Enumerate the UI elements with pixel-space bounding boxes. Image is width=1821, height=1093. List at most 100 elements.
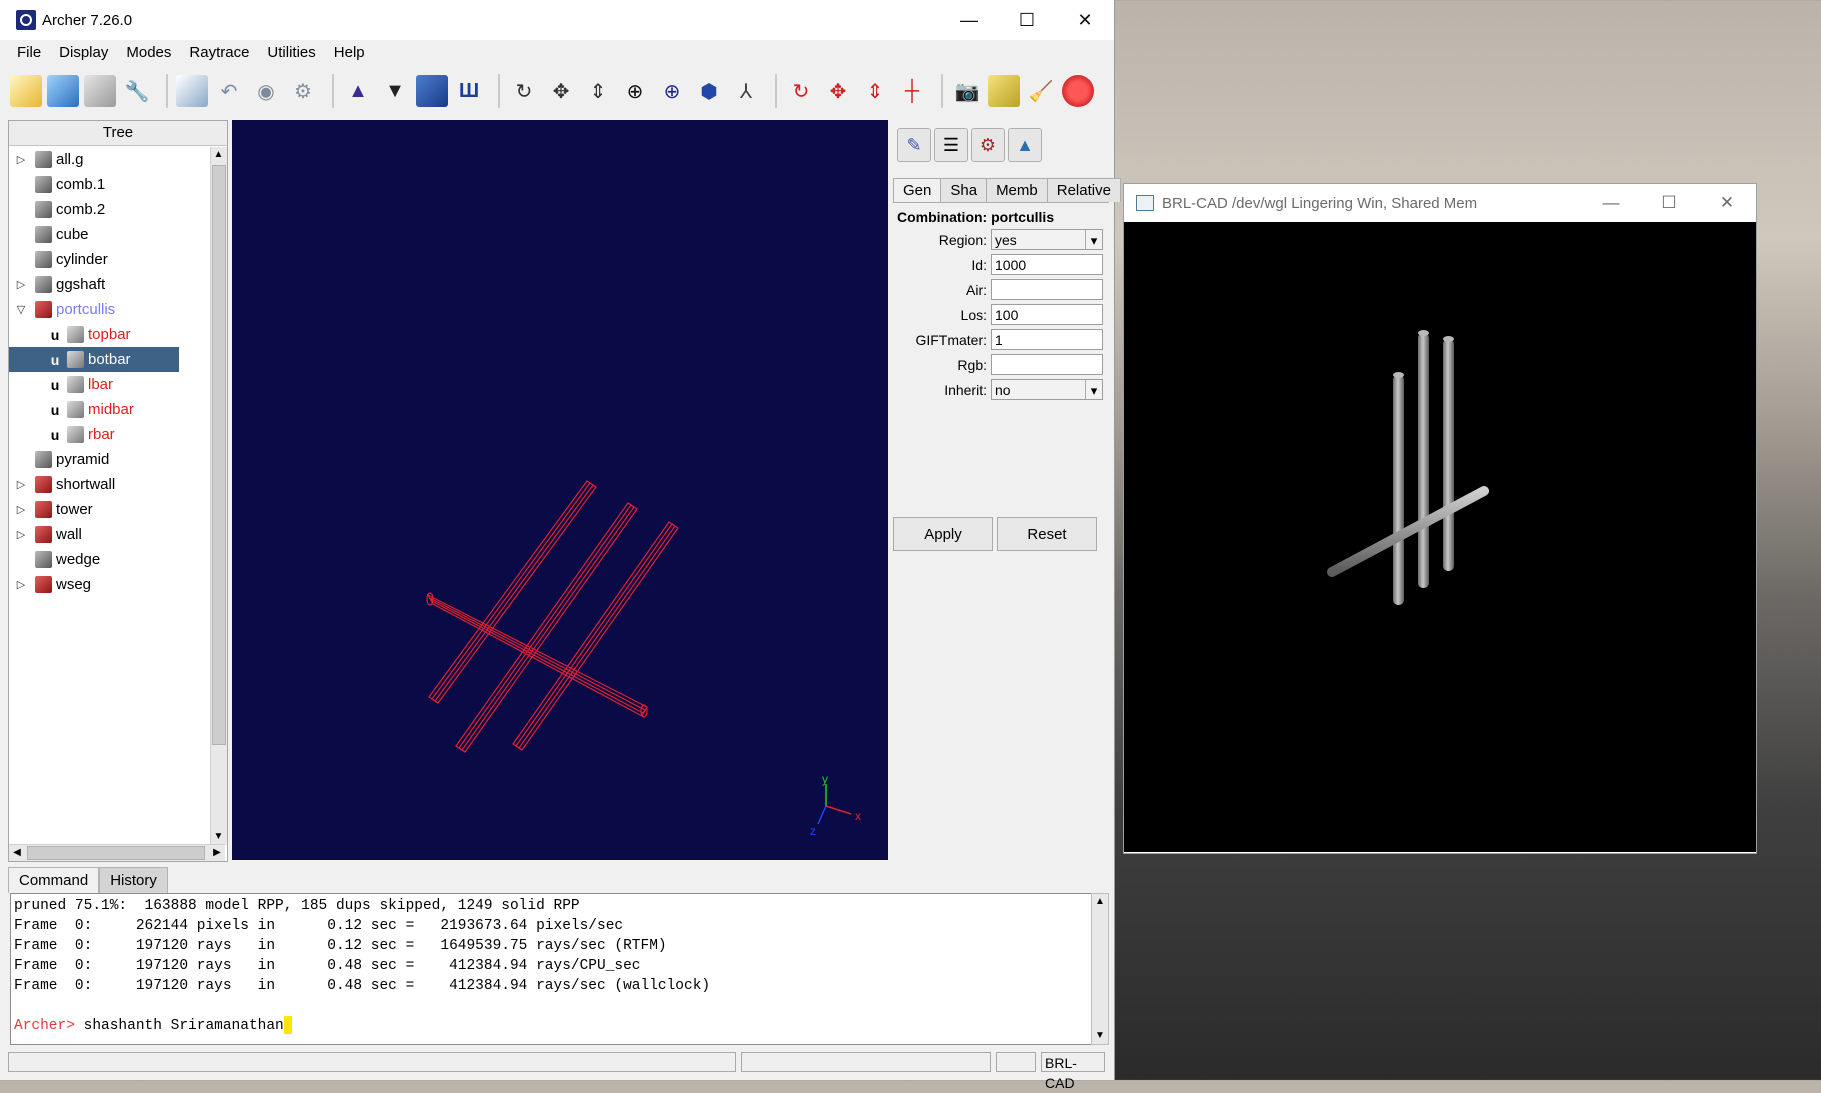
red-rotate-icon[interactable]: ↻ — [785, 75, 817, 107]
menu-modes[interactable]: Modes — [117, 44, 180, 61]
red-translate-icon[interactable]: ✥ — [822, 75, 854, 107]
open-folder-icon[interactable] — [47, 75, 79, 107]
tree-item-pyramid[interactable]: pyramid — [9, 447, 209, 472]
scroll-up-arrow-icon[interactable]: ▲ — [1092, 894, 1108, 910]
brlcad-maximize-button[interactable]: ☐ — [1640, 184, 1698, 222]
expand-arrow-icon[interactable]: ▷ — [15, 147, 27, 172]
tab-relative[interactable]: Relative — [1046, 178, 1121, 202]
tree-item-comb.1[interactable]: comb.1 — [9, 172, 209, 197]
menu-raytrace[interactable]: Raytrace — [180, 44, 258, 61]
raytrace-icon[interactable] — [988, 75, 1020, 107]
globe-icon[interactable]: ◉ — [250, 75, 282, 107]
tree-item-tower[interactable]: ▷ tower — [9, 497, 209, 522]
undo-icon[interactable]: ↶ — [213, 75, 245, 107]
apply-button[interactable]: Apply — [893, 517, 993, 551]
tools-gear-icon[interactable]: ⚙ — [971, 128, 1005, 162]
minimize-button[interactable]: — — [940, 0, 998, 40]
tree-horizontal-scrollbar[interactable]: ◀ ▶ — [9, 844, 225, 861]
expand-arrow-icon[interactable]: ▷ — [15, 472, 27, 497]
scroll-down-arrow-icon[interactable]: ▼ — [211, 829, 226, 845]
tree-item-rbar[interactable]: u rbar — [9, 422, 209, 447]
checklist-icon[interactable] — [176, 75, 208, 107]
expand-arrow-icon[interactable]: ▷ — [15, 572, 27, 597]
id-input[interactable]: 1000 — [991, 254, 1103, 275]
brlcad-close-button[interactable]: ✕ — [1698, 184, 1756, 222]
tree-item-wedge[interactable]: wedge — [9, 547, 209, 572]
los-input[interactable]: 100 — [991, 304, 1103, 325]
new-icon[interactable] — [10, 75, 42, 107]
tree-item-lbar[interactable]: u lbar — [9, 372, 209, 397]
region-select[interactable]: yes — [991, 229, 1103, 250]
tree-item-all.g[interactable]: ▷ all.g — [9, 147, 209, 172]
inherit-select[interactable]: no — [991, 379, 1103, 400]
tree-scroll-thumb[interactable] — [212, 165, 226, 745]
expand-arrow-icon[interactable]: ▷ — [15, 272, 27, 297]
wizard-hat-icon[interactable]: ▲ — [342, 75, 374, 107]
tab-memb[interactable]: Memb — [986, 178, 1048, 202]
expand-arrow-icon[interactable]: ▷ — [15, 497, 27, 522]
command-prompt-line[interactable]: Archer> shashanth Sriramanathan — [14, 1016, 1088, 1036]
red-crosshair-icon[interactable]: ┼ — [896, 75, 928, 107]
camera-icon[interactable]: 📷 — [951, 75, 983, 107]
tree-item-botbar[interactable]: u botbar — [9, 347, 179, 372]
close-button[interactable]: ✕ — [1056, 0, 1114, 40]
menu-file[interactable]: File — [8, 44, 50, 61]
center-view-icon[interactable]: ⊕ — [619, 75, 651, 107]
wireframe-viewport[interactable]: x y z — [232, 120, 888, 860]
tree-vertical-scrollbar[interactable]: ▲ ▼ — [210, 147, 227, 845]
center-view-solid-icon[interactable]: ⊕ — [656, 75, 688, 107]
tree-item-cylinder[interactable]: cylinder — [9, 247, 209, 272]
down-arrow-icon[interactable]: ▼ — [379, 75, 411, 107]
red-scale-icon[interactable]: ⇕ — [859, 75, 891, 107]
gear-globe-icon[interactable]: ⚙ — [287, 75, 319, 107]
scale-icon[interactable]: ⇕ — [582, 75, 614, 107]
tree-item-shortwall[interactable]: ▷ shortwall — [9, 472, 209, 497]
reset-button[interactable]: Reset — [997, 517, 1097, 551]
wrench-icon[interactable]: 🔧 — [121, 75, 153, 107]
console-scrollbar[interactable]: ▲ ▼ — [1091, 893, 1109, 1045]
scroll-left-arrow-icon[interactable]: ◀ — [9, 845, 25, 860]
tree-item-portcullis[interactable]: ▽ portcullis — [9, 297, 209, 322]
compass-icon[interactable]: ⅄ — [730, 75, 762, 107]
rotate-icon[interactable]: ↻ — [508, 75, 540, 107]
scroll-up-arrow-icon[interactable]: ▲ — [211, 147, 226, 163]
tab-sha[interactable]: Sha — [940, 178, 988, 202]
rgb-input[interactable] — [991, 354, 1103, 375]
scroll-right-arrow-icon[interactable]: ▶ — [209, 845, 225, 860]
brlcad-minimize-button[interactable]: — — [1582, 184, 1640, 222]
tree-item-wall[interactable]: ▷ wall — [9, 522, 209, 547]
menu-utilities[interactable]: Utilities — [258, 44, 324, 61]
bars-icon[interactable]: Ш — [453, 75, 485, 107]
giftmater-input[interactable]: 1 — [991, 329, 1103, 350]
stack-icon[interactable] — [416, 75, 448, 107]
scroll-down-arrow-icon[interactable]: ▼ — [1092, 1028, 1108, 1044]
raytrace-canvas[interactable] — [1124, 222, 1756, 852]
tab-history[interactable]: History — [99, 867, 168, 893]
edit-properties-icon[interactable]: ✎ — [897, 128, 931, 162]
tree-item-ggshaft[interactable]: ▷ ggshaft — [9, 272, 209, 297]
collapse-arrow-icon[interactable]: ▽ — [15, 297, 27, 322]
text-list-icon[interactable]: ☰ — [934, 128, 968, 162]
tree-item-cube[interactable]: cube — [9, 222, 209, 247]
tree-hscroll-thumb[interactable] — [27, 846, 205, 860]
tab-gen[interactable]: Gen — [893, 178, 942, 202]
command-input[interactable]: shashanth Sriramanathan — [75, 1018, 284, 1034]
landscape-icon[interactable]: ▲ — [1008, 128, 1042, 162]
menu-help[interactable]: Help — [325, 44, 374, 61]
air-input[interactable] — [991, 279, 1103, 300]
tab-command[interactable]: Command — [8, 867, 100, 893]
translate-icon[interactable]: ✥ — [545, 75, 577, 107]
expand-arrow-icon[interactable]: ▷ — [15, 522, 27, 547]
tree-item-midbar[interactable]: u midbar — [9, 397, 209, 422]
maximize-button[interactable]: ☐ — [998, 0, 1056, 40]
command-console[interactable]: pruned 75.1%: 163888 model RPP, 185 dups… — [10, 893, 1092, 1045]
save-icon[interactable] — [84, 75, 116, 107]
tree-item-comb.2[interactable]: comb.2 — [9, 197, 209, 222]
tree-item-wseg[interactable]: ▷ wseg — [9, 572, 209, 597]
tree-item-topbar[interactable]: u topbar — [9, 322, 209, 347]
broom-icon[interactable]: 🧹 — [1025, 75, 1057, 107]
cube-view-icon[interactable]: ⬢ — [693, 75, 725, 107]
inherit-label: Inherit: — [944, 381, 987, 398]
stop-raytrace-icon[interactable] — [1062, 75, 1094, 107]
menu-display[interactable]: Display — [50, 44, 117, 61]
